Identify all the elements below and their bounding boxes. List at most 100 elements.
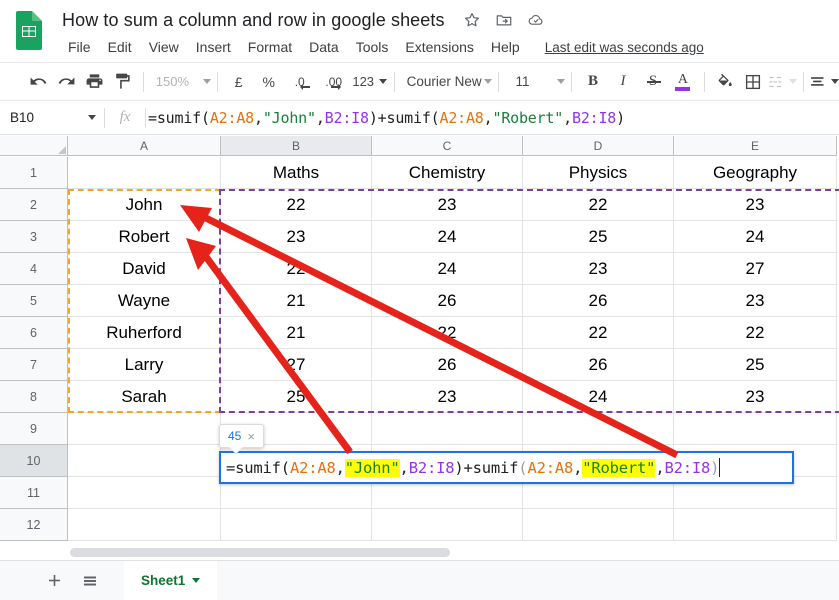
row-header-4[interactable]: 4 <box>0 253 68 285</box>
text-color-button[interactable]: A <box>668 68 698 96</box>
cell-B1[interactable]: Maths <box>221 157 372 189</box>
cell-A8[interactable]: Sarah <box>68 381 221 413</box>
row-header-7[interactable]: 7 <box>0 349 68 381</box>
cell-D2[interactable]: 22 <box>523 189 674 221</box>
horizontal-scrollbar-thumb[interactable] <box>70 548 450 557</box>
paint-format-icon[interactable] <box>109 68 137 96</box>
italic-button[interactable]: I <box>608 68 638 96</box>
cell-A7[interactable]: Larry <box>68 349 221 381</box>
cell-C2[interactable]: 23 <box>372 189 523 221</box>
chevron-down-icon[interactable] <box>202 79 211 84</box>
cell-E4[interactable]: 27 <box>674 253 837 285</box>
cell-E1[interactable]: Geography <box>674 157 837 189</box>
bold-button[interactable]: B <box>578 68 608 96</box>
document-title[interactable]: How to sum a column and row in google sh… <box>62 10 445 31</box>
chevron-down-icon[interactable] <box>484 79 493 84</box>
row-header-1[interactable]: 1 <box>0 157 68 189</box>
cell-B3[interactable]: 23 <box>221 221 372 253</box>
column-header-c[interactable]: C <box>372 136 523 156</box>
last-edit-status[interactable]: Last edit was seconds ago <box>545 40 704 55</box>
row-header-3[interactable]: 3 <box>0 221 68 253</box>
cell-D5[interactable]: 26 <box>523 285 674 317</box>
cell-B4[interactable]: 22 <box>221 253 372 285</box>
menu-item-edit[interactable]: Edit <box>108 39 132 55</box>
cell-B5[interactable]: 21 <box>221 285 372 317</box>
formula-input[interactable]: =sumif(A2:A8,"John",B2:I8)+sumif(A2:A8,"… <box>146 109 839 127</box>
cell-D4[interactable]: 23 <box>523 253 674 285</box>
menu-item-view[interactable]: View <box>149 39 179 55</box>
increase-decimal-button[interactable]: .00 <box>316 68 352 96</box>
cell-C12[interactable] <box>372 509 523 541</box>
strikethrough-button[interactable]: S <box>638 68 668 96</box>
cell-A12[interactable] <box>68 509 221 541</box>
cell-D1[interactable]: Physics <box>523 157 674 189</box>
cell-C9[interactable] <box>372 413 523 445</box>
row-header-9[interactable]: 9 <box>0 413 68 445</box>
cell-C5[interactable]: 26 <box>372 285 523 317</box>
all-sheets-icon[interactable] <box>72 563 108 599</box>
chevron-down-icon[interactable] <box>557 79 566 84</box>
chevron-down-icon[interactable] <box>192 578 201 583</box>
menu-item-file[interactable]: File <box>68 39 91 55</box>
decrease-decimal-button[interactable]: .0 <box>284 68 316 96</box>
cell-C8[interactable]: 23 <box>372 381 523 413</box>
cell-C6[interactable]: 22 <box>372 317 523 349</box>
cell-B6[interactable]: 21 <box>221 317 372 349</box>
menu-item-insert[interactable]: Insert <box>196 39 231 55</box>
chevron-down-icon[interactable] <box>788 79 797 84</box>
cell-B7[interactable]: 27 <box>221 349 372 381</box>
cell-B12[interactable] <box>221 509 372 541</box>
row-header-8[interactable]: 8 <box>0 381 68 413</box>
borders-icon[interactable] <box>739 68 767 96</box>
cell-D12[interactable] <box>523 509 674 541</box>
cell-A6[interactable]: Ruherford <box>68 317 221 349</box>
row-header-11[interactable]: 11 <box>0 477 68 509</box>
menu-item-extensions[interactable]: Extensions <box>405 39 473 55</box>
cell-A10[interactable] <box>68 445 221 477</box>
cell-E3[interactable]: 24 <box>674 221 837 253</box>
move-to-folder-icon[interactable] <box>495 11 513 29</box>
cell-A11[interactable] <box>68 477 221 509</box>
menu-item-format[interactable]: Format <box>248 39 292 55</box>
cell-D7[interactable]: 26 <box>523 349 674 381</box>
cell-C4[interactable]: 24 <box>372 253 523 285</box>
row-header-12[interactable]: 12 <box>0 509 68 541</box>
percent-format-button[interactable]: % <box>254 68 284 96</box>
zoom-control[interactable]: 150% <box>150 74 211 89</box>
sheet-tab-sheet1[interactable]: Sheet1 <box>124 560 218 600</box>
cell-A4[interactable]: David <box>68 253 221 285</box>
print-icon[interactable] <box>81 68 109 96</box>
cell-E12[interactable] <box>674 509 837 541</box>
row-header-10[interactable]: 10 <box>0 445 68 477</box>
cell-D3[interactable]: 25 <box>523 221 674 253</box>
row-header-5[interactable]: 5 <box>0 285 68 317</box>
cell-E9[interactable] <box>674 413 837 445</box>
cell-E8[interactable]: 23 <box>674 381 837 413</box>
cell-D9[interactable] <box>523 413 674 445</box>
cell-B8[interactable]: 25 <box>221 381 372 413</box>
merge-cells-icon[interactable] <box>767 68 797 96</box>
cell-D6[interactable]: 22 <box>523 317 674 349</box>
align-icon[interactable] <box>809 68 839 96</box>
select-all-corner[interactable] <box>0 136 68 156</box>
cell-D8[interactable]: 24 <box>523 381 674 413</box>
menu-item-data[interactable]: Data <box>309 39 339 55</box>
cell-editor-b10[interactable]: =sumif(A2:A8, "John", B2:I8)+sumif(A2:A8, "… <box>219 451 794 484</box>
column-header-a[interactable]: A <box>68 136 221 156</box>
cell-A2[interactable]: John <box>68 189 221 221</box>
cell-E2[interactable]: 23 <box>674 189 837 221</box>
cell-C1[interactable]: Chemistry <box>372 157 523 189</box>
close-icon[interactable]: × <box>247 429 255 444</box>
column-header-d[interactable]: D <box>523 136 674 156</box>
cell-A1[interactable] <box>68 157 221 189</box>
cell-E7[interactable]: 25 <box>674 349 837 381</box>
cell-C3[interactable]: 24 <box>372 221 523 253</box>
cell-E6[interactable]: 22 <box>674 317 837 349</box>
number-format-button[interactable]: 123 <box>352 68 388 96</box>
font-family-selector[interactable]: Courier New <box>401 74 493 89</box>
fill-color-icon[interactable] <box>711 68 739 96</box>
cloud-saved-icon[interactable] <box>527 11 545 29</box>
column-header-b[interactable]: B <box>221 136 372 156</box>
cell-A9[interactable] <box>68 413 221 445</box>
name-box[interactable]: B10 <box>0 101 104 134</box>
